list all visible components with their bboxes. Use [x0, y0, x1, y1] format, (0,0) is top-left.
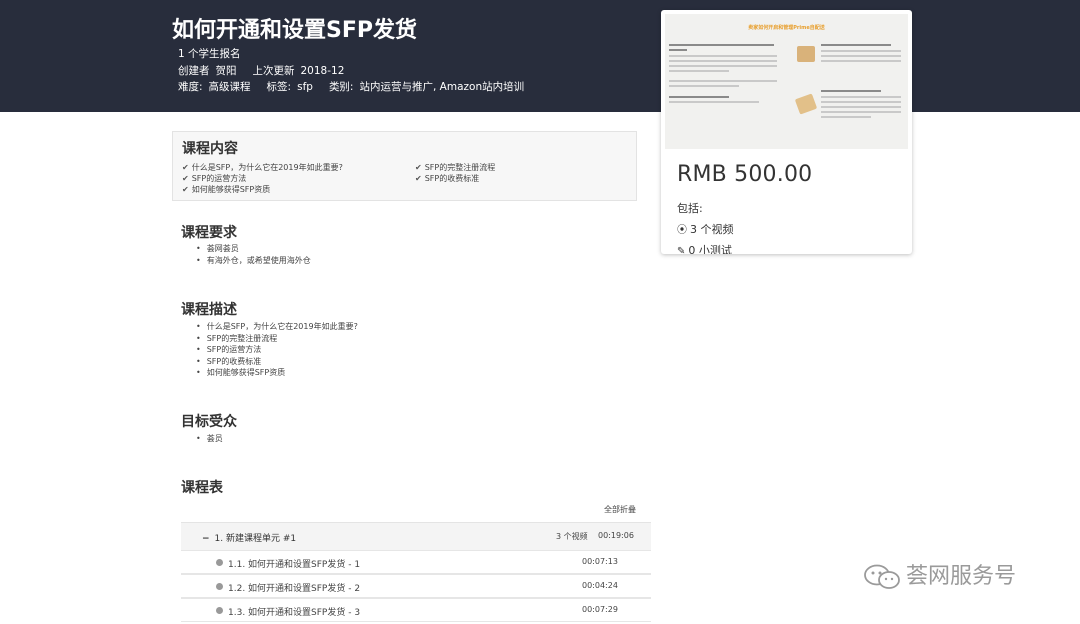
thumbnail-line	[669, 101, 759, 103]
thumbnail-line	[669, 55, 777, 57]
difficulty-value: 高级课程	[208, 81, 251, 93]
content-item: ✔ SFP的运营方法	[182, 174, 247, 183]
audience-heading: 目标受众	[181, 414, 237, 430]
curriculum-unit[interactable]: −1. 新建课程单元 #1 3 个视频 00:19:06	[181, 522, 651, 550]
includes-label: 包括:	[677, 202, 703, 215]
thumbnail-line	[821, 116, 871, 118]
rocket-icon	[794, 93, 818, 115]
thumbnail-line	[821, 111, 901, 113]
course-creator-info: 创建者 贺阳 上次更新 2018-12	[178, 63, 344, 78]
thumbnail-line	[821, 96, 901, 98]
list-item: 荟员	[196, 433, 223, 445]
package-icon	[797, 46, 815, 62]
unit-duration: 00:19:06	[598, 531, 634, 540]
requirements-heading: 课程要求	[181, 225, 237, 241]
requirements-list: 荟网荟员 有海外仓，或希望使用海外仓	[196, 243, 311, 266]
include-quizzes: ✎ 0 小测试	[677, 242, 732, 254]
lesson-row[interactable]: 1.3. 如何开通和设置SFP发货 - 3 00:07:29	[181, 598, 651, 622]
unit-title: −1. 新建课程单元 #1	[202, 534, 297, 544]
watermark: 荟网服务号	[862, 558, 1016, 591]
lesson-duration: 00:07:13	[582, 557, 618, 566]
wechat-icon	[864, 564, 900, 589]
check-icon: ✔	[182, 185, 189, 194]
content-item: ✔ 什么是SFP，为什么它在2019年如此重要?	[182, 163, 343, 172]
thumbnail-line	[821, 60, 901, 62]
description-heading: 课程描述	[181, 302, 237, 318]
content-item: ✔ 如何能够获得SFP资质	[182, 185, 271, 194]
list-item: 荟网荟员	[196, 243, 311, 255]
course-header	[0, 0, 1080, 112]
category-link[interactable]: 站内运营与推广, Amazon站内培训	[359, 79, 524, 94]
check-icon: ✔	[182, 174, 189, 183]
curriculum-heading: 课程表	[181, 480, 223, 496]
lesson-duration: 00:04:24	[582, 581, 618, 590]
difficulty-label: 难度:	[178, 81, 203, 93]
lesson-title[interactable]: 1.1. 如何开通和设置SFP发货 - 1	[228, 557, 360, 570]
course-content-box: 课程内容 ✔ 什么是SFP，为什么它在2019年如此重要? ✔ SFP的完整注册流程…	[172, 131, 637, 201]
list-item: SFP的完整注册流程	[196, 333, 358, 345]
list-item: 如何能够获得SFP资质	[196, 367, 358, 379]
thumbnail-line	[669, 80, 777, 82]
creator-name[interactable]: 贺阳	[216, 63, 237, 78]
updated-value: 2018-12	[300, 65, 345, 77]
thumbnail-line	[669, 60, 777, 62]
collapse-all-button[interactable]: 全部折叠	[604, 504, 636, 515]
thumbnail-line	[821, 50, 901, 52]
course-content-heading: 课程内容	[182, 141, 238, 157]
category-label: 类别:	[328, 81, 354, 93]
content-item: ✔ SFP的收费标准	[415, 174, 480, 183]
thumbnail-line	[669, 49, 687, 51]
creator-label: 创建者	[178, 65, 210, 77]
lesson-row[interactable]: 1.1. 如何开通和设置SFP发货 - 1 00:07:13	[181, 550, 651, 574]
list-item: 什么是SFP，为什么它在2019年如此重要?	[196, 321, 358, 333]
thumbnail-line	[821, 90, 881, 92]
lesson-title[interactable]: 1.2. 如何开通和设置SFP发货 - 2	[228, 581, 360, 594]
collapse-minus-icon[interactable]: −	[202, 534, 210, 544]
list-item: SFP的收费标准	[196, 356, 358, 368]
lesson-title[interactable]: 1.3. 如何开通和设置SFP发货 - 3	[228, 605, 360, 618]
thumbnail-title: 卖家如何开启和管理Prime自配送	[748, 25, 825, 31]
audience-list: 荟员	[196, 433, 223, 445]
play-circle-icon	[216, 559, 223, 566]
thumbnail-line	[821, 101, 901, 103]
thumbnail-line	[669, 85, 739, 87]
edit-icon: ✎	[677, 246, 686, 254]
lesson-duration: 00:07:29	[582, 605, 618, 614]
description-list: 什么是SFP，为什么它在2019年如此重要? SFP的完整注册流程 SFP的运营…	[196, 321, 358, 379]
check-icon: ✔	[182, 163, 189, 172]
tags-label: 标签:	[266, 81, 292, 93]
unit-video-count: 3 个视频	[556, 532, 588, 541]
enrolled-count: 1 个学生报名	[178, 48, 241, 60]
thumbnail-line	[821, 106, 901, 108]
course-thumbnail[interactable]: 卖家如何开启和管理Prime自配送	[665, 14, 908, 149]
thumbnail-line	[821, 55, 901, 57]
check-icon: ✔	[415, 174, 422, 183]
updated-label: 上次更新	[252, 65, 295, 77]
thumbnail-line	[669, 44, 774, 46]
lesson-row[interactable]: 1.2. 如何开通和设置SFP发货 - 2 00:04:24	[181, 574, 651, 598]
course-price: RMB 500.00	[677, 162, 813, 187]
play-circle-icon	[216, 607, 223, 614]
list-item: 有海外仓，或希望使用海外仓	[196, 255, 311, 267]
thumbnail-line	[669, 70, 729, 72]
content-item: ✔ SFP的完整注册流程	[415, 163, 496, 172]
pricing-card: 卖家如何开启和管理Prime自配送 RMB 500.00 包括: ⦿ 3 个视频 …	[661, 10, 912, 254]
play-circle-icon: ⦿	[677, 225, 687, 236]
thumbnail-line	[669, 65, 777, 67]
check-icon: ✔	[415, 163, 422, 172]
play-circle-icon	[216, 583, 223, 590]
course-title: 如何开通和设置SFP发货	[172, 18, 417, 43]
include-videos: ⦿ 3 个视频	[677, 223, 734, 236]
thumbnail-line	[669, 96, 729, 98]
list-item: SFP的运营方法	[196, 344, 358, 356]
course-attributes: 难度: 高级课程 标签: sfp 类别: 站内运营与推广, Amazon站内培训	[178, 79, 524, 94]
thumbnail-line	[821, 44, 891, 46]
tag-link[interactable]: sfp	[297, 81, 313, 93]
